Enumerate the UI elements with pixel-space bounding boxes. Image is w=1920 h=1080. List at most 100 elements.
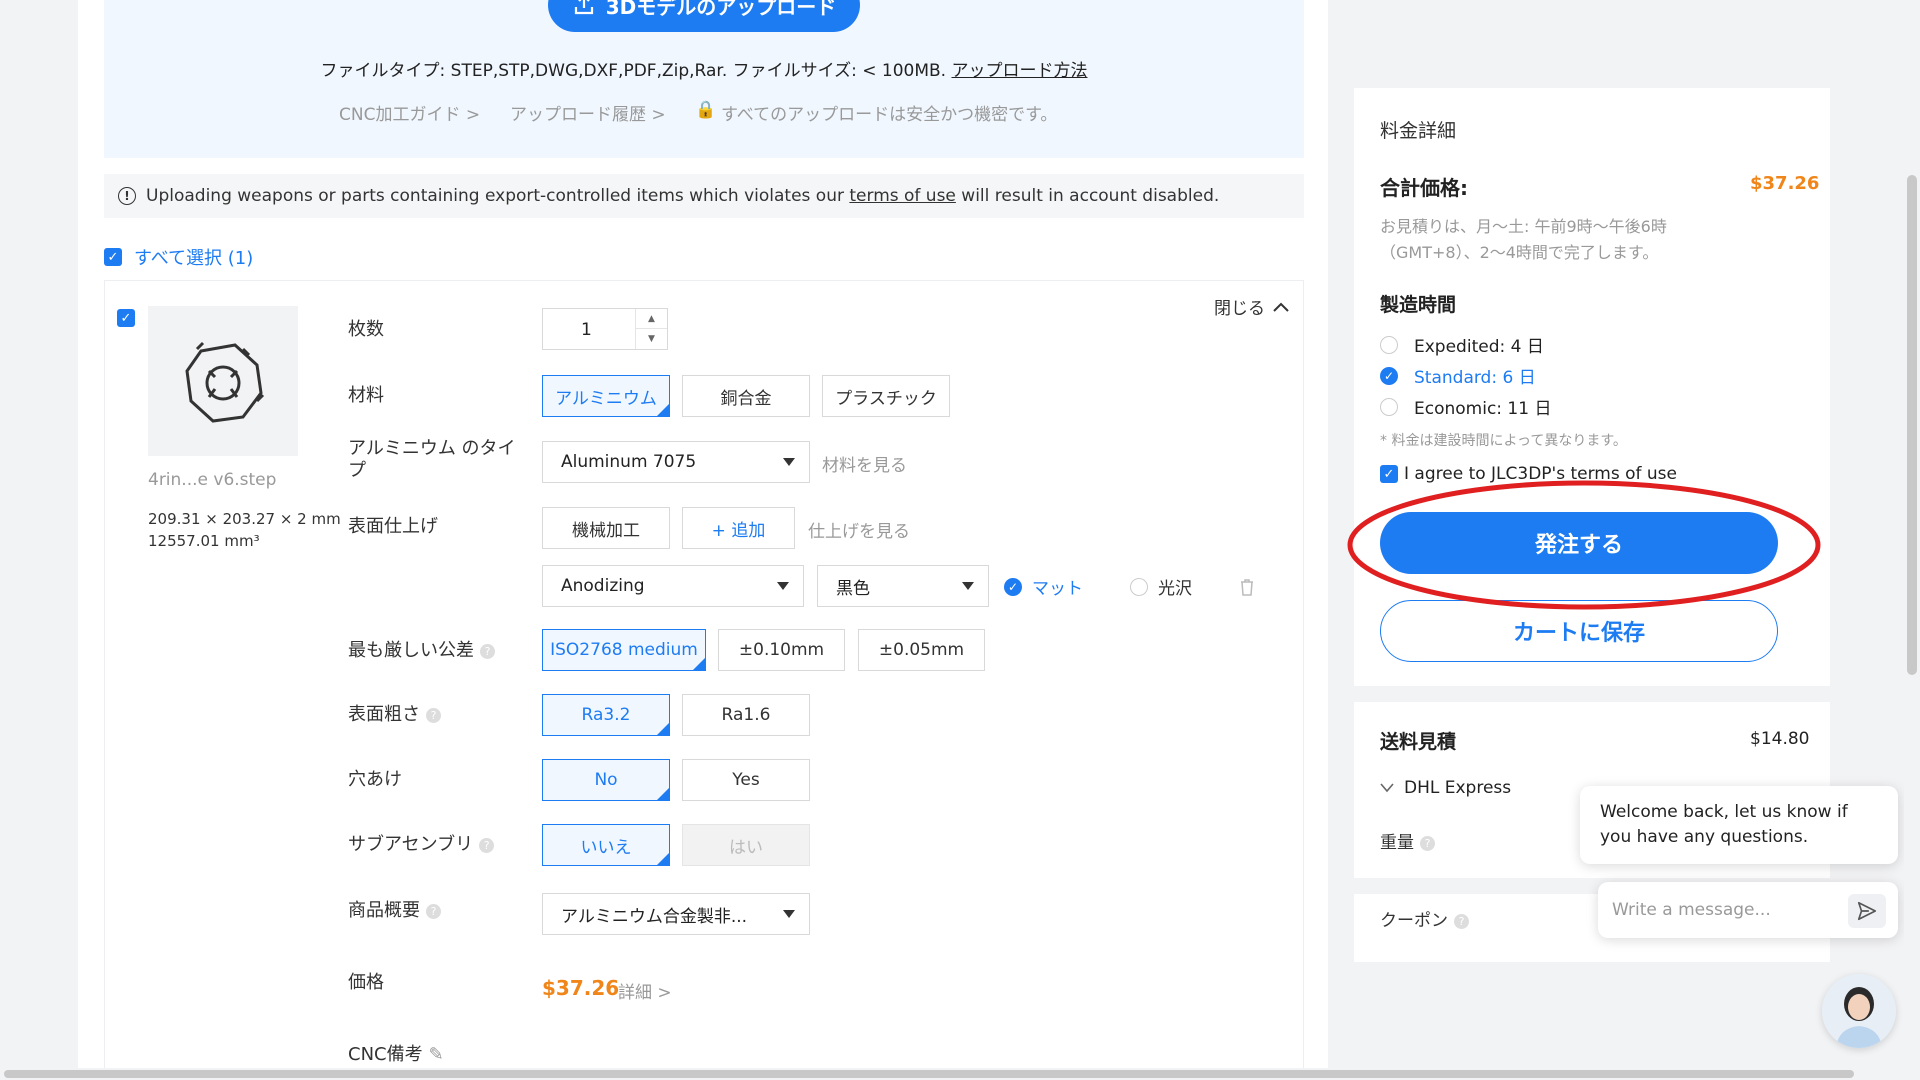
horizontal-scrollbar[interactable] — [0, 1068, 1904, 1080]
price-detail-link[interactable]: 詳細 > — [618, 978, 672, 1003]
volume-text: 12557.01 mm³ — [148, 532, 260, 550]
drilling-option-yes[interactable]: Yes — [682, 759, 810, 801]
material-option-aluminum[interactable]: アルミニウム — [542, 375, 670, 417]
vertical-scrollbar[interactable] — [1904, 0, 1920, 1080]
collapse-toggle[interactable]: 閉じる — [1214, 294, 1289, 319]
tolerance-option-010[interactable]: ±0.10mm — [718, 629, 845, 671]
roughness-label: 表面粗さ? — [348, 704, 441, 726]
file-info-text: ファイルタイプ: STEP,STP,DWG,DXF,PDF,Zip,Rar. フ… — [320, 61, 947, 81]
increment-icon[interactable]: ▲ — [636, 309, 667, 329]
upload-button-label: 3Dモデルのアップロード — [605, 0, 837, 19]
part-file-name: 4rin...e v6.step — [148, 470, 277, 490]
cnc-guide-link[interactable]: CNC加工ガイド > — [339, 100, 480, 125]
view-materials-link[interactable]: 材料を見る — [822, 451, 907, 476]
trash-icon[interactable] — [1240, 578, 1254, 596]
lock-icon: 🔒 — [695, 100, 717, 120]
cnc-note-label-text: CNC備考 — [348, 1044, 423, 1065]
view-finishes-link[interactable]: 仕上げを見る — [808, 517, 910, 542]
shipping-carrier[interactable]: DHL Express — [1380, 778, 1511, 798]
radio-empty-icon — [1130, 577, 1148, 596]
support-agent-icon — [1822, 974, 1896, 1048]
help-icon[interactable]: ? — [426, 707, 441, 723]
material-label: 材料 — [348, 385, 384, 406]
red-highlight-ellipse — [1347, 480, 1821, 610]
surface-finish-label: 表面仕上げ — [348, 516, 438, 537]
coupon-label-text: クーポン — [1380, 911, 1448, 931]
caret-down-icon — [783, 910, 795, 918]
quote-note: お見積りは、月～土: 午前9時～午後6時 （GMT+8）、2～4時間で完了します… — [1380, 214, 1667, 266]
sub-assembly-option-yes: はい — [682, 824, 810, 866]
radio-checked-icon — [1004, 577, 1022, 596]
gloss-radio[interactable]: 光沢 — [1130, 574, 1192, 599]
select-all[interactable]: ✓ すべて選択 (1) — [104, 244, 253, 270]
help-icon[interactable]: ? — [426, 903, 441, 919]
caret-down-icon — [777, 582, 789, 590]
material-option-plastic[interactable]: プラスチック — [822, 375, 950, 417]
build-option-economic[interactable]: Economic: 11 日 — [1380, 394, 1551, 419]
quote-note-line-2: （GMT+8）、2～4時間で完了します。 — [1380, 243, 1659, 262]
horizontal-scroll-thumb[interactable] — [4, 1070, 1854, 1078]
build-option-expedited[interactable]: Expedited: 4 日 — [1380, 332, 1544, 357]
upload-icon — [574, 0, 593, 15]
quantity-label: 枚数 — [348, 319, 384, 340]
build-option-standard[interactable]: Standard: 6 日 — [1380, 363, 1536, 388]
terms-of-use-link[interactable]: terms of use — [849, 186, 956, 206]
upload-history-link[interactable]: アップロード履歴 > — [510, 100, 666, 125]
weight-label: 重量? — [1380, 828, 1435, 853]
material-option-copper[interactable]: 銅合金 — [682, 375, 810, 417]
add-finish-button[interactable]: + 追加 — [682, 507, 795, 549]
help-icon[interactable]: ? — [1420, 835, 1435, 851]
chat-message-input[interactable]: Write a message... — [1598, 882, 1898, 938]
finish-type-value: Anodizing — [561, 576, 645, 596]
product-desc-select[interactable]: アルミニウム合金製非... — [542, 893, 810, 935]
part-thumbnail[interactable] — [148, 306, 298, 456]
tolerance-option-005[interactable]: ±0.05mm — [858, 629, 985, 671]
product-desc-value: アルミニウム合金製非... — [561, 906, 748, 927]
notice-text-end: will result in account disabled. — [961, 186, 1220, 206]
aluminum-type-select[interactable]: Aluminum 7075 — [542, 441, 810, 483]
machining-option[interactable]: 機械加工 — [542, 507, 670, 549]
build-option-label: Standard: 6 日 — [1414, 368, 1536, 388]
select-all-checkbox[interactable]: ✓ — [104, 248, 122, 266]
upload-3d-model-button[interactable]: 3Dモデルのアップロード — [548, 0, 860, 32]
quantity-stepper[interactable]: 1 ▲ ▼ — [542, 308, 668, 350]
radio-empty-icon — [1380, 397, 1398, 416]
sub-assembly-option-no[interactable]: いいえ — [542, 824, 670, 866]
send-button[interactable] — [1848, 894, 1886, 928]
info-icon: ! — [118, 187, 136, 205]
finish-type-select[interactable]: Anodizing — [542, 565, 804, 607]
export-control-notice: ! Uploading weapons or parts containing … — [104, 174, 1304, 218]
caret-down-icon — [783, 458, 795, 466]
radio-checked-icon — [1380, 366, 1398, 385]
coupon-label[interactable]: クーポン? — [1380, 906, 1469, 931]
send-icon — [1857, 901, 1877, 921]
price-label: 価格 — [348, 972, 384, 993]
matte-radio[interactable]: マット — [1004, 574, 1083, 599]
how-to-upload-link[interactable]: アップロード方法 — [951, 61, 1087, 81]
roughness-option-ra32[interactable]: Ra3.2 — [542, 694, 670, 736]
pencil-icon[interactable]: ✎ — [429, 1044, 444, 1065]
support-avatar[interactable] — [1822, 974, 1896, 1048]
price-varies-note: * 料金は建設時間によって異なります。 — [1380, 433, 1627, 449]
help-icon[interactable]: ? — [480, 643, 495, 659]
notice-text: Uploading weapons or parts containing ex… — [146, 186, 844, 206]
part-checkbox[interactable]: ✓ — [117, 309, 135, 327]
vertical-scroll-thumb[interactable] — [1907, 175, 1917, 675]
tolerance-option-iso2768[interactable]: ISO2768 medium — [542, 629, 706, 671]
decrement-icon[interactable]: ▼ — [636, 329, 667, 349]
roughness-option-ra16[interactable]: Ra1.6 — [682, 694, 810, 736]
build-time-label: 製造時間 — [1380, 294, 1457, 316]
tolerance-label-text: 最も厳しい公差 — [348, 640, 474, 661]
select-all-label: すべて選択 (1) — [134, 248, 254, 269]
help-icon[interactable]: ? — [1454, 913, 1469, 929]
total-price-value: $37.26 — [1750, 173, 1820, 194]
quantity-value[interactable]: 1 — [581, 320, 592, 340]
radio-empty-icon — [1380, 335, 1398, 354]
shipping-value: $14.80 — [1750, 729, 1810, 749]
help-icon[interactable]: ? — [479, 837, 495, 853]
drilling-option-no[interactable]: No — [542, 759, 670, 801]
tolerance-label: 最も厳しい公差? — [348, 640, 495, 662]
part-price: $37.26 — [542, 976, 620, 1000]
weight-label-text: 重量 — [1380, 833, 1414, 853]
finish-color-select[interactable]: 黒色 — [817, 565, 989, 607]
